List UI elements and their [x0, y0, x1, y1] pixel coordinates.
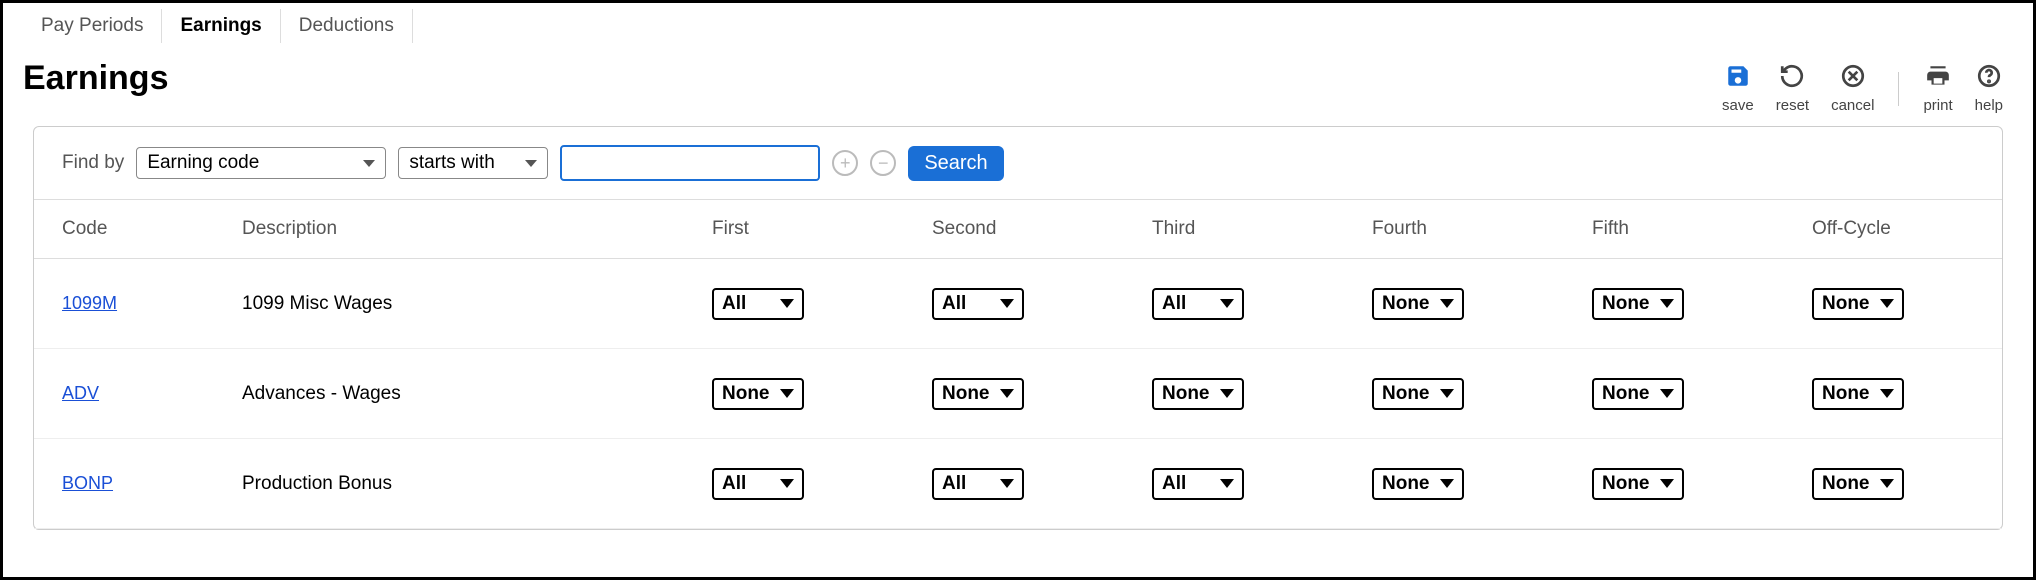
print-label: print	[1923, 97, 1952, 114]
help-button[interactable]: help	[1975, 63, 2003, 114]
col-first: First	[712, 218, 932, 240]
second-select[interactable]: All	[932, 468, 1024, 500]
col-second: Second	[932, 218, 1152, 240]
save-icon	[1725, 63, 1751, 93]
col-fourth: Fourth	[1372, 218, 1592, 240]
earnings-panel: Find by Earning code starts with + − Sea…	[33, 126, 2003, 530]
tab-bar: Pay Periods Earnings Deductions	[3, 3, 2033, 43]
chevron-down-icon	[1440, 479, 1454, 488]
col-offcycle: Off-Cycle	[1812, 218, 1974, 240]
table-row: 1099M 1099 Misc Wages All All All None N…	[34, 259, 2002, 349]
chevron-down-icon	[1440, 389, 1454, 398]
remove-criteria-button[interactable]: −	[870, 150, 896, 176]
toolbar-separator	[1898, 72, 1899, 106]
first-select[interactable]: None	[712, 378, 804, 410]
chevron-down-icon	[1440, 299, 1454, 308]
print-button[interactable]: print	[1923, 63, 1952, 114]
first-select[interactable]: All	[712, 288, 804, 320]
find-operator-select[interactable]: starts with	[398, 147, 548, 179]
find-operator-value: starts with	[409, 152, 495, 174]
fifth-select[interactable]: None	[1592, 468, 1684, 500]
print-icon	[1925, 63, 1951, 93]
chevron-down-icon	[1220, 389, 1234, 398]
chevron-down-icon	[1000, 479, 1014, 488]
chevron-down-icon	[780, 299, 794, 308]
fifth-select[interactable]: None	[1592, 288, 1684, 320]
search-button[interactable]: Search	[908, 146, 1003, 181]
third-select[interactable]: All	[1152, 468, 1244, 500]
fourth-select[interactable]: None	[1372, 468, 1464, 500]
cancel-label: cancel	[1831, 97, 1874, 114]
chevron-down-icon	[363, 160, 375, 167]
col-description: Description	[242, 218, 712, 240]
fourth-select[interactable]: None	[1372, 378, 1464, 410]
second-select[interactable]: None	[932, 378, 1024, 410]
chevron-down-icon	[525, 160, 537, 167]
chevron-down-icon	[780, 389, 794, 398]
help-icon	[1976, 63, 2002, 93]
chevron-down-icon	[1880, 389, 1894, 398]
chevron-down-icon	[1660, 479, 1674, 488]
earnings-grid: Code Description First Second Third Four…	[34, 199, 2002, 529]
find-by-label: Find by	[62, 152, 124, 174]
chevron-down-icon	[1220, 299, 1234, 308]
table-row: BONP Production Bonus All All All None N…	[34, 439, 2002, 529]
chevron-down-icon	[1000, 299, 1014, 308]
cancel-button[interactable]: cancel	[1831, 63, 1874, 114]
search-input[interactable]	[560, 145, 820, 181]
find-field-select[interactable]: Earning code	[136, 147, 386, 179]
code-link[interactable]: BONP	[62, 473, 113, 493]
grid-header: Code Description First Second Third Four…	[34, 199, 2002, 259]
third-select[interactable]: None	[1152, 378, 1244, 410]
reset-icon	[1779, 63, 1805, 93]
fifth-select[interactable]: None	[1592, 378, 1684, 410]
page-title: Earnings	[23, 59, 168, 98]
reset-label: reset	[1776, 97, 1809, 114]
minus-icon: −	[878, 154, 889, 172]
reset-button[interactable]: reset	[1776, 63, 1809, 114]
col-third: Third	[1152, 218, 1372, 240]
add-criteria-button[interactable]: +	[832, 150, 858, 176]
chevron-down-icon	[1660, 389, 1674, 398]
fourth-select[interactable]: None	[1372, 288, 1464, 320]
toolbar: save reset cancel print help	[1722, 59, 2003, 114]
table-row: ADV Advances - Wages None None None None…	[34, 349, 2002, 439]
tab-pay-periods[interactable]: Pay Periods	[23, 9, 162, 43]
cancel-icon	[1840, 63, 1866, 93]
row-description: 1099 Misc Wages	[242, 293, 712, 315]
code-link[interactable]: ADV	[62, 383, 99, 403]
help-label: help	[1975, 97, 2003, 114]
offcycle-select[interactable]: None	[1812, 378, 1904, 410]
row-description: Production Bonus	[242, 473, 712, 495]
plus-icon: +	[840, 154, 851, 172]
find-bar: Find by Earning code starts with + − Sea…	[34, 127, 2002, 199]
second-select[interactable]: All	[932, 288, 1024, 320]
chevron-down-icon	[1880, 299, 1894, 308]
tab-earnings[interactable]: Earnings	[162, 9, 280, 43]
col-code: Code	[62, 218, 242, 240]
find-field-value: Earning code	[147, 152, 259, 174]
chevron-down-icon	[1220, 479, 1234, 488]
tab-deductions[interactable]: Deductions	[281, 9, 413, 43]
offcycle-select[interactable]: None	[1812, 468, 1904, 500]
chevron-down-icon	[780, 479, 794, 488]
third-select[interactable]: All	[1152, 288, 1244, 320]
col-fifth: Fifth	[1592, 218, 1812, 240]
code-link[interactable]: 1099M	[62, 293, 117, 313]
offcycle-select[interactable]: None	[1812, 288, 1904, 320]
row-description: Advances - Wages	[242, 383, 712, 405]
save-button[interactable]: save	[1722, 63, 1754, 114]
save-label: save	[1722, 97, 1754, 114]
chevron-down-icon	[1660, 299, 1674, 308]
chevron-down-icon	[1880, 479, 1894, 488]
first-select[interactable]: All	[712, 468, 804, 500]
chevron-down-icon	[1000, 389, 1014, 398]
